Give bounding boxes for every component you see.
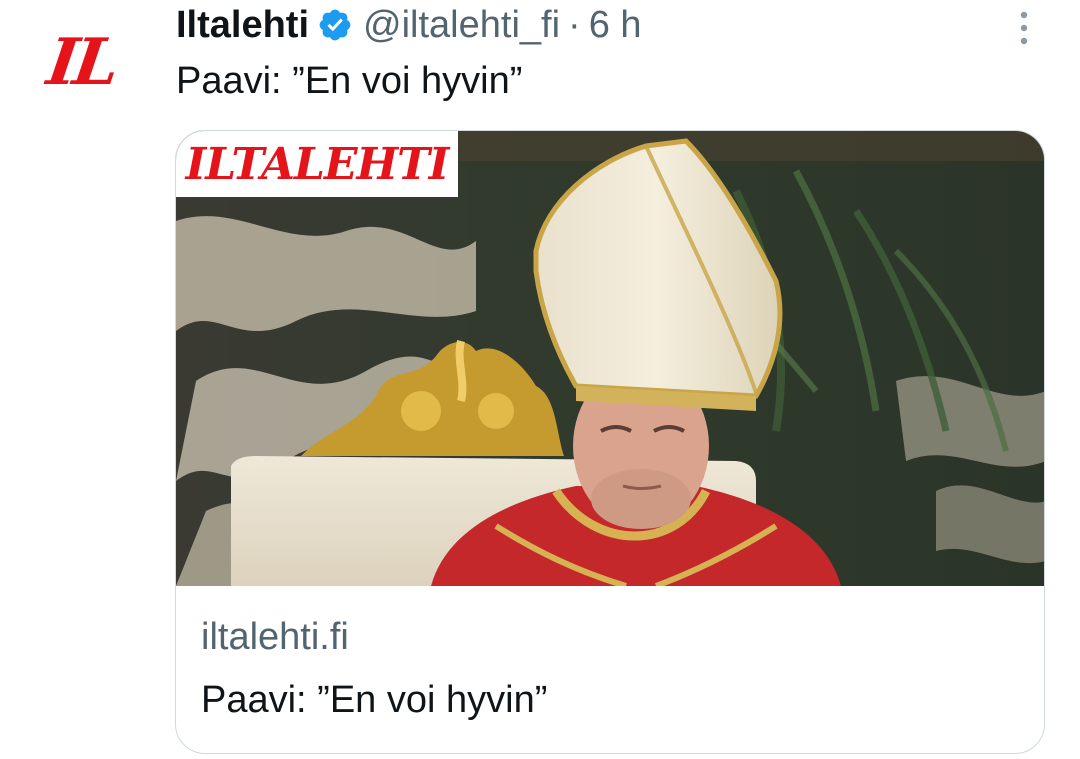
separator-dot: · [568,3,581,46]
more-options-icon[interactable] [1016,10,1032,46]
timestamp[interactable]: 6 h [589,4,642,47]
card-image[interactable] [176,131,1045,586]
verified-badge-icon [319,9,351,41]
tweet[interactable]: IL Iltalehti @iltalehti_fi · 6 h Paavi: … [0,0,1080,759]
tweet-header: Iltalehti @iltalehti_fi · 6 h [176,0,642,50]
card-image-brand-banner: ILTALEHTI [176,131,458,197]
tweet-text: Paavi: ”En voi hyvin” [176,60,523,102]
display-name[interactable]: Iltalehti [176,4,309,47]
card-image-brand-text: ILTALEHTI [185,138,450,190]
card-domain: iltalehti.fi [201,616,349,658]
card-title[interactable]: Paavi: ”En voi hyvin” [201,679,547,722]
link-card[interactable]: ILTALEHTI iltalehti.fi Paavi: ”En voi hy… [175,130,1045,754]
handle[interactable]: @iltalehti_fi [363,4,560,47]
avatar[interactable]: IL [43,18,138,108]
iltalehti-logo: IL [42,25,121,100]
